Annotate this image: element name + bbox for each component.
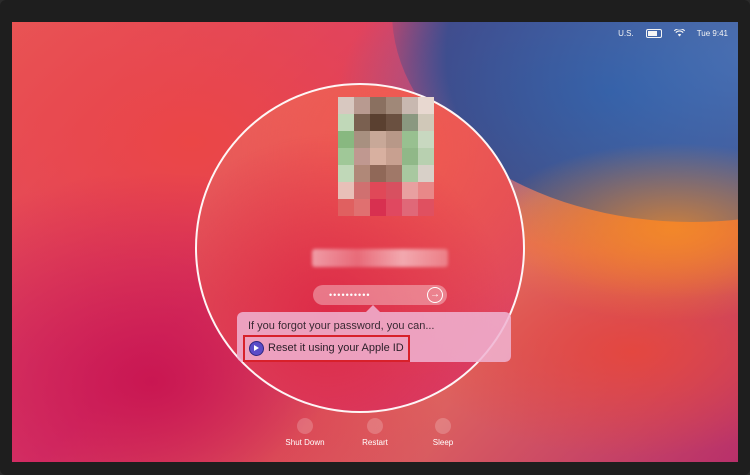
sleep-icon [435, 418, 451, 434]
sleep-label: Sleep [432, 438, 454, 447]
hint-text: If you forgot your password, you can... [248, 320, 435, 332]
user-avatar-pixelated[interactable] [338, 97, 434, 217]
password-mask: •••••••••• [329, 290, 371, 300]
restart-label: Restart [362, 438, 388, 447]
shutdown-button[interactable]: Shut Down [275, 418, 335, 447]
play-circle-icon[interactable] [249, 341, 264, 356]
shutdown-label: Shut Down [285, 438, 325, 447]
arrow-right-circle-icon[interactable]: → [427, 287, 443, 303]
password-field[interactable]: •••••••••• → [313, 285, 447, 305]
restart-icon [367, 418, 383, 434]
restart-button[interactable]: Restart [345, 418, 405, 447]
reset-apple-id-link[interactable]: Reset it using your Apple ID [243, 335, 410, 362]
wifi-icon[interactable] [673, 29, 685, 37]
power-icon [297, 418, 313, 434]
input-source[interactable]: U.S. [618, 29, 634, 38]
menubar-status: U.S. Tue 9:41 [618, 26, 728, 40]
reset-label[interactable]: Reset it using your Apple ID [268, 342, 404, 354]
username-blurred [312, 249, 448, 267]
battery-icon [645, 28, 662, 38]
clock[interactable]: Tue 9:41 [697, 29, 728, 38]
laptop-bezel: U.S. Tue 9:41 •••••••••• → If you forgot… [0, 0, 750, 475]
sleep-button[interactable]: Sleep [413, 418, 473, 447]
